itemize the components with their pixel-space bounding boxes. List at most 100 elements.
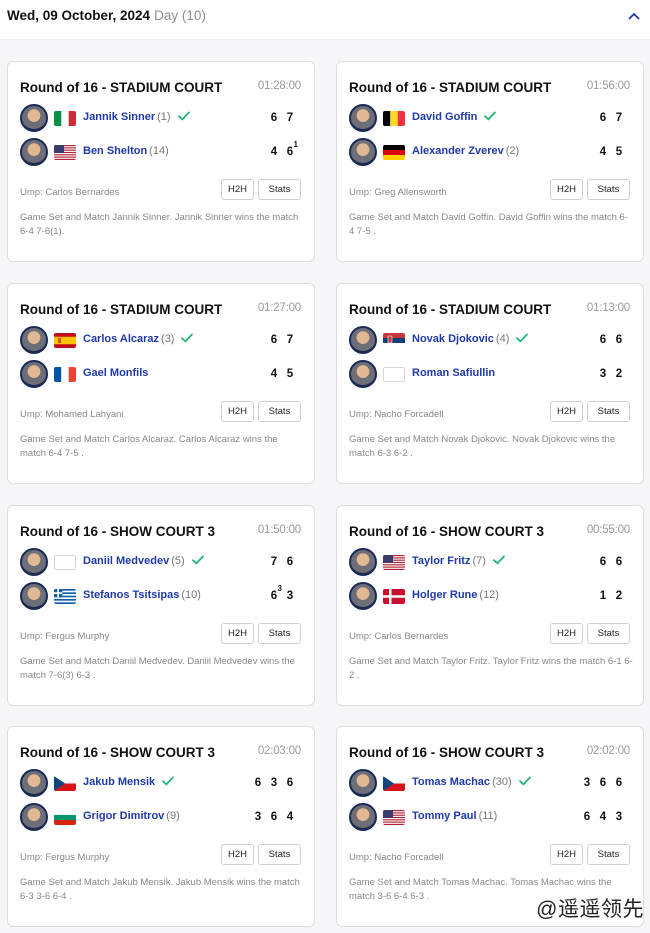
umpire-label: Ump: Nacho Forcadell (349, 409, 444, 420)
player-name-link[interactable]: Tomas Machac (30) (412, 776, 531, 788)
player-seed: (1) (157, 111, 171, 123)
set-score: 6 (266, 334, 282, 346)
player-avatar[interactable] (349, 769, 377, 797)
umpire-label: Ump: Nacho Forcadell (349, 852, 444, 863)
set-score-value: 6 (583, 811, 591, 823)
player-name-link[interactable]: Roman Safiullin (412, 367, 495, 379)
player-avatar[interactable] (20, 326, 48, 354)
player-avatar[interactable] (20, 548, 48, 576)
set-score: 3 (266, 777, 282, 789)
set-score-value: 6 (615, 334, 623, 346)
player-row: Tommy Paul (11) 6 4 3 (349, 803, 633, 831)
player-avatar[interactable] (349, 803, 377, 831)
player-name-link[interactable]: Grigor Dimitrov (9) (83, 810, 180, 822)
set-score: 2 (611, 590, 627, 602)
winner-check-icon (177, 111, 190, 121)
set-score-value: 6 (615, 777, 623, 789)
h2h-button[interactable]: H2H (221, 401, 254, 422)
player-avatar[interactable] (349, 582, 377, 610)
player-avatar[interactable] (20, 104, 48, 132)
h2h-button[interactable]: H2H (221, 844, 254, 865)
set-scores: 67 (266, 334, 298, 346)
player-avatar[interactable] (20, 803, 48, 831)
player-name-link[interactable]: Novak Djokovic (4) (412, 333, 529, 345)
h2h-button[interactable]: H2H (550, 401, 583, 422)
player-avatar[interactable] (349, 360, 377, 388)
player-name: Novak Djokovic (412, 333, 494, 345)
player-name-link[interactable]: Jakub Mensik (83, 776, 175, 788)
round-title: Round of 16 - STADIUM COURT (349, 302, 552, 317)
set-score: 5 (611, 146, 627, 158)
player-name-link[interactable]: David Goffin (412, 111, 497, 123)
umpire-label: Ump: Fergus Murphy (20, 852, 110, 863)
stats-button[interactable]: Stats (258, 179, 301, 200)
country-flag-icon (383, 589, 405, 604)
stats-button[interactable]: Stats (587, 623, 630, 644)
date-heading: Wed, 09 October, 2024 Day (10) (7, 8, 206, 23)
h2h-button[interactable]: H2H (550, 844, 583, 865)
player-name-link[interactable]: Jannik Sinner (1) (83, 111, 190, 123)
stats-button[interactable]: Stats (258, 844, 301, 865)
player-name: Tommy Paul (412, 810, 477, 822)
set-score: 6 (266, 112, 282, 124)
round-title: Round of 16 - SHOW COURT 3 (20, 745, 215, 760)
player-name-link[interactable]: Ben Shelton (14) (83, 145, 169, 157)
set-score-value: 1 (599, 590, 607, 602)
match-summary: Game Set and Match Taylor Fritz. Taylor … (349, 656, 633, 681)
set-score-value: 4 (599, 146, 607, 158)
player-name-link[interactable]: Stefanos Tsitsipas (10) (83, 589, 201, 601)
set-score: 3 (282, 590, 298, 602)
player-row: Roman Safiullin 3 2 (349, 360, 633, 388)
match-duration: 02:03:00 (257, 745, 301, 757)
player-avatar[interactable] (349, 138, 377, 166)
stats-button[interactable]: Stats (587, 844, 630, 865)
set-score-value: 6 (270, 590, 278, 602)
player-avatar[interactable] (20, 582, 48, 610)
stats-button[interactable]: Stats (258, 401, 301, 422)
player-avatar[interactable] (349, 326, 377, 354)
set-score-value: 6 (270, 112, 278, 124)
player-avatar[interactable] (20, 360, 48, 388)
country-flag-icon (54, 367, 76, 382)
h2h-button[interactable]: H2H (221, 179, 254, 200)
set-score-value: 4 (599, 811, 607, 823)
day-header[interactable]: Wed, 09 October, 2024 Day (10) (0, 0, 650, 40)
stats-button[interactable]: Stats (587, 179, 630, 200)
match-actions: H2H Stats (546, 401, 630, 422)
player-avatar[interactable] (20, 138, 48, 166)
player-avatar[interactable] (349, 104, 377, 132)
match-card: Round of 16 - SHOW COURT 3 02:03:00 Jaku… (7, 726, 315, 927)
match-card: Round of 16 - STADIUM COURT 01:13:00 Nov… (336, 283, 644, 484)
h2h-button[interactable]: H2H (221, 623, 254, 644)
country-flag-icon (383, 333, 405, 348)
set-score-value: 5 (615, 146, 623, 158)
player-avatar[interactable] (20, 769, 48, 797)
player-name-link[interactable]: Holger Rune (12) (412, 589, 499, 601)
stats-button[interactable]: Stats (258, 623, 301, 644)
player-seed: (14) (149, 145, 169, 157)
player-name-link[interactable]: Gael Monfils (83, 367, 148, 379)
set-scores: 66 (595, 334, 627, 346)
player-avatar[interactable] (349, 548, 377, 576)
chevron-up-icon[interactable] (626, 8, 642, 24)
player-name-link[interactable]: Daniil Medvedev (5) (83, 555, 204, 567)
country-flag-icon (383, 111, 405, 126)
player-row: Daniil Medvedev (5) 7 6 (20, 548, 304, 576)
player-name-link[interactable]: Alexander Zverev (2) (412, 145, 519, 157)
player-row: Gael Monfils 4 5 (20, 360, 304, 388)
match-summary: Game Set and Match Carlos Alcaraz. Carlo… (20, 434, 278, 459)
player-seed: (5) (171, 555, 185, 567)
watermark: @遥遥领先 (536, 898, 644, 921)
player-row: Stefanos Tsitsipas (10) 6 3 3 (20, 582, 304, 610)
h2h-button[interactable]: H2H (550, 623, 583, 644)
set-score: 6 (595, 777, 611, 789)
player-name-link[interactable]: Tommy Paul (11) (412, 810, 497, 822)
match-duration: 01:28:00 (257, 80, 301, 92)
stats-button[interactable]: Stats (587, 401, 630, 422)
h2h-button[interactable]: H2H (550, 179, 583, 200)
player-name-link[interactable]: Taylor Fritz (7) (412, 555, 505, 567)
player-name: Jakub Mensik (83, 776, 156, 788)
player-name-link[interactable]: Carlos Alcaraz (3) (83, 333, 194, 345)
set-score: 2 (611, 368, 627, 380)
set-scores: 461 (266, 140, 298, 158)
